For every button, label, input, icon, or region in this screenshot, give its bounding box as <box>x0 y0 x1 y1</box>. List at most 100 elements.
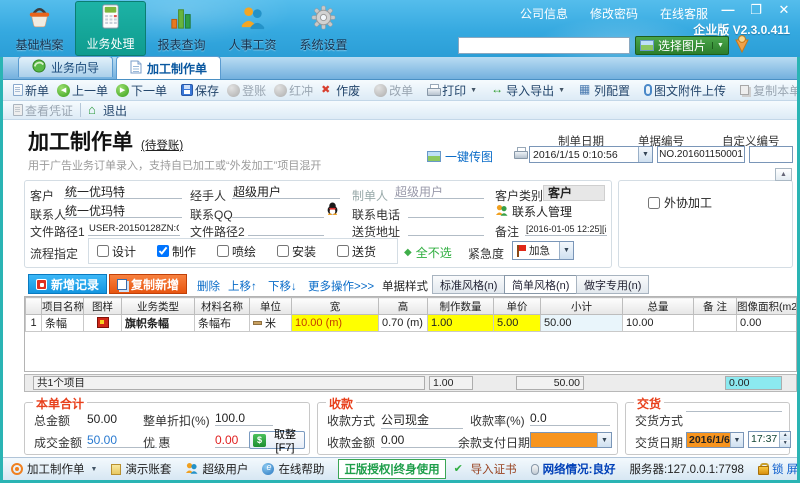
col-header[interactable]: 图样 <box>84 298 122 315</box>
file-path2-input[interactable] <box>248 221 324 236</box>
total-cell[interactable]: 10.00 <box>623 315 694 332</box>
close-button[interactable]: ✕ <box>776 2 792 18</box>
change-password-link[interactable]: 修改密码 <box>590 5 638 22</box>
spin-up-icon[interactable]: ▲ <box>780 432 790 440</box>
view-voucher-button[interactable]: 查看凭证 <box>9 102 77 119</box>
unit-cell[interactable]: 米 <box>250 315 292 332</box>
style-standard-button[interactable]: 标准风格(n) <box>432 275 505 294</box>
chevron-down-icon[interactable]: ▼ <box>730 433 743 447</box>
delivery-date-combo[interactable]: 2016/1/6▼ <box>686 432 744 448</box>
current-user-item[interactable]: 超级用户 <box>185 461 248 477</box>
add-record-button[interactable]: 新增记录 <box>28 274 107 294</box>
nav-basic-files[interactable]: 基础档案 <box>4 1 75 56</box>
deliver-checkbox[interactable] <box>337 245 349 257</box>
outsource-checkbox-row[interactable]: 外协加工 <box>648 194 712 211</box>
item-name-cell[interactable]: 条幅 <box>42 315 84 332</box>
handler-input[interactable] <box>232 184 340 199</box>
delete-row-link[interactable]: 删除 <box>197 278 220 294</box>
print-button[interactable]: 打印▼ <box>423 82 481 99</box>
more-actions-link[interactable]: 更多操作>>> <box>308 278 374 294</box>
table-row[interactable]: 1 条幅 旗帜条幅 条幅布 米 10.00 (m) 0.70 (m) 1.00 … <box>26 315 798 332</box>
delivery-time-spinner[interactable]: 17:37▲▼ <box>748 431 791 448</box>
make-checkbox[interactable] <box>157 245 169 257</box>
pay-method-input[interactable]: 公司现金 <box>381 411 463 429</box>
maker-input[interactable] <box>394 184 484 199</box>
prev-doc-button[interactable]: ◀上一单 <box>53 82 112 99</box>
save-button[interactable]: 保存 <box>177 82 223 99</box>
chevron-down-icon[interactable]: ▼ <box>597 433 611 447</box>
select-none-link[interactable]: 全不选 <box>404 244 452 261</box>
company-info-link[interactable]: 公司信息 <box>520 5 568 22</box>
move-up-link[interactable]: 上移↑ <box>228 278 257 294</box>
delivery-method-input[interactable] <box>686 411 782 412</box>
area-cell[interactable]: 0.00 <box>737 315 798 332</box>
col-header[interactable]: 总量 <box>623 298 694 315</box>
custom-no-input[interactable] <box>749 146 793 163</box>
round-button[interactable]: $取整[F7] <box>249 431 305 449</box>
col-header[interactable]: 备 注 <box>694 298 737 315</box>
nav-reports[interactable]: 报表查询 <box>146 1 217 56</box>
nav-settings[interactable]: 系统设置 <box>288 1 359 56</box>
copy-doc-button[interactable]: 复制本单 <box>736 82 800 99</box>
outsource-checkbox[interactable] <box>648 197 660 209</box>
contact-input[interactable] <box>64 203 182 218</box>
import-cert-item[interactable]: 导入证书 <box>454 461 517 477</box>
collapse-panel-button[interactable]: ▲ <box>775 168 792 181</box>
copy-add-button[interactable]: 复制新增 <box>109 274 187 294</box>
spin-down-icon[interactable]: ▼ <box>780 440 790 448</box>
contact-management-link[interactable]: 联系人管理 <box>495 203 572 220</box>
install-checkbox[interactable] <box>277 245 289 257</box>
make-date-combo[interactable]: 2016/1/15 0:10:56▼ <box>529 146 653 163</box>
online-service-link[interactable]: 在线客服 <box>660 5 708 22</box>
pay-rate-input[interactable]: 0.0 <box>530 411 610 426</box>
style-text-button[interactable]: 做字专用(n) <box>576 275 649 294</box>
select-image-button[interactable]: 选择图片 ▼ <box>635 36 729 55</box>
material-cell[interactable]: 条幅布 <box>195 315 250 332</box>
thumbnail-cell[interactable] <box>84 315 122 332</box>
exit-button[interactable]: 退出 <box>84 102 131 119</box>
image-path-input[interactable] <box>458 37 630 54</box>
flow-step-make[interactable]: 制作 <box>149 243 209 260</box>
pay-amount-input[interactable]: 0.00 <box>381 433 463 448</box>
remark-cell[interactable] <box>694 315 737 332</box>
col-header[interactable]: 小计 <box>541 298 623 315</box>
tab-processing-order[interactable]: 加工制作单 <box>116 56 221 79</box>
maximize-button[interactable]: ❐ <box>748 2 764 18</box>
modify-button[interactable]: 改单 <box>370 82 417 99</box>
col-header[interactable]: 材料名称 <box>195 298 250 315</box>
remark-input[interactable] <box>525 221 607 236</box>
void-button[interactable]: 作废 <box>317 82 364 99</box>
post-button[interactable]: 登账 <box>223 82 270 99</box>
discount-input[interactable]: 100.0 <box>215 411 273 426</box>
qq-input[interactable] <box>232 203 324 218</box>
flow-step-install[interactable]: 安装 <box>269 243 329 260</box>
price-cell[interactable]: 5.00 <box>494 315 541 332</box>
col-header[interactable]: 图像面积(m2) <box>737 298 798 315</box>
design-checkbox[interactable] <box>97 245 109 257</box>
chevron-down-icon[interactable]: ▼ <box>638 147 652 162</box>
business-type-cell[interactable]: 旗帜条幅 <box>122 315 195 332</box>
col-header[interactable]: 项目名称 <box>42 298 84 315</box>
new-doc-button[interactable]: 新单 <box>9 82 53 99</box>
next-doc-button[interactable]: ▶下一单 <box>112 82 171 99</box>
one-key-upload-link[interactable]: 一键传图 <box>427 148 493 165</box>
tab-business-wizard[interactable]: 业务向导 <box>18 56 113 77</box>
flow-step-spray[interactable]: 喷绘 <box>209 243 269 260</box>
chevron-down-icon[interactable]: ▼ <box>559 242 573 259</box>
style-simple-button[interactable]: 简单风格(n) <box>504 275 577 294</box>
col-header[interactable]: 单位 <box>250 298 292 315</box>
file-path1-input[interactable] <box>88 221 180 236</box>
subtotal-cell[interactable]: 50.00 <box>541 315 623 332</box>
minimize-button[interactable]: — <box>720 2 736 18</box>
phone-input[interactable] <box>408 203 484 218</box>
spray-checkbox[interactable] <box>217 245 229 257</box>
lock-screen-item[interactable]: 锁 屏 <box>758 461 798 477</box>
online-help-item[interactable]: 在线帮助 <box>262 461 324 477</box>
flow-step-design[interactable]: 设计 <box>89 243 149 260</box>
doc-type-menu[interactable]: 加工制作单▼ <box>11 461 97 477</box>
nav-hr-payroll[interactable]: 人事工资 <box>217 1 288 56</box>
move-down-link[interactable]: 下移↓ <box>268 278 297 294</box>
height-cell[interactable]: 0.70 (m) <box>379 315 428 332</box>
qty-cell[interactable]: 1.00 <box>428 315 494 332</box>
col-header[interactable]: 业务类型 <box>122 298 195 315</box>
